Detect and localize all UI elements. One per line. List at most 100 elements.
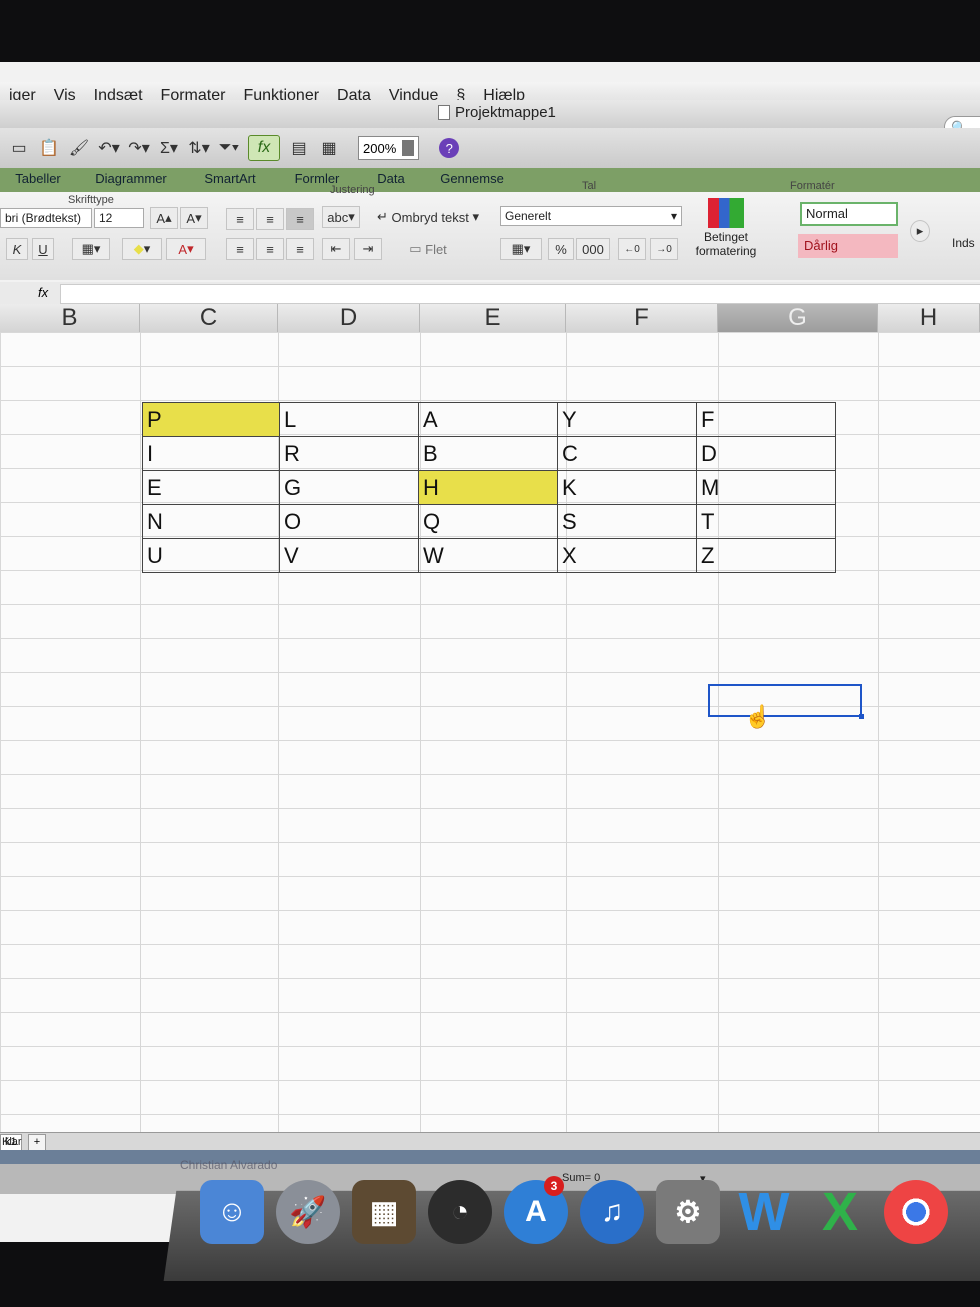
chrome-icon[interactable] (884, 1180, 948, 1244)
finder-icon[interactable]: ☺ (200, 1180, 264, 1244)
font-shrink-button[interactable]: A ▾ (180, 207, 208, 229)
fx-icon[interactable]: fx (38, 285, 48, 300)
sort-icon[interactable]: ⇅▾ (188, 136, 210, 160)
wrap-text-button[interactable]: ↵ Ombryd tekst ▾ (370, 206, 486, 228)
number-format-select[interactable]: Generelt ▾ (500, 206, 682, 226)
orientation-button[interactable]: abc ▾ (322, 206, 360, 228)
conditional-formatting-button[interactable]: Betinget formatering (694, 198, 758, 264)
spreadsheet-grid[interactable]: P L A Y F I R B C D E G H K M N O Q S T … (0, 332, 980, 1132)
merge-button[interactable]: ▭ Flet (398, 238, 458, 260)
cell[interactable]: S (557, 504, 697, 539)
help-icon[interactable]: ? (439, 138, 460, 158)
cell[interactable]: A (418, 402, 558, 437)
decrease-indent-button[interactable]: ⇤ (322, 238, 350, 260)
styles-next-button[interactable]: ▸ (910, 220, 930, 242)
group-label-number: Tal (582, 180, 597, 192)
tab-smartart[interactable]: SmartArt (186, 168, 274, 192)
accounting-format-button[interactable]: ▦ ▾ (500, 238, 542, 260)
font-name-select[interactable]: bri (Brødtekst) (0, 208, 92, 228)
cell[interactable]: O (279, 504, 419, 539)
media-browser-icon[interactable]: ▦ (318, 136, 340, 160)
cell[interactable]: U (142, 538, 280, 573)
cell[interactable]: R (279, 436, 419, 471)
excel-icon[interactable]: X (808, 1180, 872, 1244)
align-center-button[interactable]: ≡ (256, 238, 284, 260)
font-size-select[interactable]: 12 (94, 208, 144, 228)
formula-builder-icon[interactable]: fx (248, 135, 280, 161)
cell[interactable]: T (696, 504, 836, 539)
selected-cell[interactable] (708, 684, 864, 719)
window-title: Projektmappe1 (438, 104, 556, 121)
increase-indent-button[interactable]: ⇥ (354, 238, 382, 260)
underline-button[interactable]: U (32, 238, 54, 260)
insert-button[interactable]: Inds (952, 236, 975, 250)
itunes-icon[interactable]: ♫ (580, 1180, 644, 1244)
photo-icon[interactable]: ▦ (352, 1180, 416, 1244)
column-header-f[interactable]: F (566, 304, 718, 332)
style-normal[interactable]: Normal (800, 202, 898, 226)
tab-review[interactable]: Gennemse (422, 168, 522, 192)
style-bad[interactable]: Dårlig (798, 234, 898, 258)
add-sheet-button[interactable]: + (28, 1134, 46, 1151)
cell[interactable]: Z (696, 538, 836, 573)
word-icon[interactable]: W (732, 1180, 796, 1244)
app-store-icon[interactable]: A 3 (504, 1176, 568, 1244)
autosum-icon[interactable]: Σ▾ (158, 136, 180, 160)
paste-icon[interactable]: 📋 (38, 136, 60, 160)
align-bottom-button[interactable]: ≡ (286, 208, 314, 230)
cell[interactable]: M (696, 470, 836, 505)
align-right-button[interactable]: ≡ (286, 238, 314, 260)
tab-tables[interactable]: Tabeller (0, 168, 76, 192)
cell[interactable]: D (696, 436, 836, 471)
cell[interactable]: I (142, 436, 280, 471)
cell[interactable]: F (696, 402, 836, 437)
borders-button[interactable]: ▦▾ (72, 238, 110, 260)
font-grow-button[interactable]: A ▴ (150, 207, 178, 229)
redo-icon[interactable]: ↷▾ (128, 136, 150, 160)
toolbox-icon[interactable]: ▤ (288, 136, 310, 160)
thousands-button[interactable]: 000 (576, 238, 610, 260)
align-middle-button[interactable]: ≡ (256, 208, 284, 230)
new-icon[interactable]: ▭ (8, 136, 30, 160)
cell[interactable]: H (418, 470, 558, 505)
column-header-b[interactable]: B (0, 304, 140, 332)
align-top-button[interactable]: ≡ (226, 208, 254, 230)
formula-bar: fx (0, 282, 980, 305)
tab-charts[interactable]: Diagrammer (76, 168, 186, 192)
column-header-h[interactable]: H (878, 304, 980, 332)
decrease-decimal-button[interactable]: →0 (650, 238, 678, 260)
column-header-e[interactable]: E (420, 304, 566, 332)
cell[interactable]: N (142, 504, 280, 539)
cell[interactable]: X (557, 538, 697, 573)
fill-color-button[interactable]: ◆ ▾ (122, 238, 162, 260)
system-preferences-icon[interactable]: ⚙ (656, 1180, 720, 1244)
format-painter-icon[interactable]: 🖌 (68, 136, 90, 160)
column-header-c[interactable]: C (140, 304, 278, 332)
cell[interactable]: B (418, 436, 558, 471)
cell[interactable]: P (142, 402, 280, 437)
column-header-g[interactable]: G (718, 304, 878, 332)
thousands-label: 000 (582, 241, 604, 257)
filter-icon[interactable]: ⏷▾ (218, 136, 240, 160)
launchpad-icon[interactable]: 🚀 (276, 1180, 340, 1244)
increase-decimal-button[interactable]: ←0 (618, 238, 646, 260)
cell[interactable]: V (279, 538, 419, 573)
cell[interactable]: Y (557, 402, 697, 437)
horizontal-scrollbar[interactable] (0, 1150, 980, 1164)
zoom-select[interactable]: 200% (358, 136, 420, 160)
cell[interactable]: Q (418, 504, 558, 539)
cell[interactable]: K (557, 470, 697, 505)
align-left-button[interactable]: ≡ (226, 238, 254, 260)
column-header-d[interactable]: D (278, 304, 420, 332)
formula-input[interactable] (60, 284, 980, 304)
dashboard-icon[interactable]: ◔ (428, 1180, 492, 1244)
cell[interactable]: C (557, 436, 697, 471)
cell[interactable]: L (279, 402, 419, 437)
undo-icon[interactable]: ↶▾ (98, 136, 120, 160)
cell[interactable]: G (279, 470, 419, 505)
cell[interactable]: W (418, 538, 558, 573)
italic-button[interactable]: K (6, 238, 28, 260)
font-color-button[interactable]: A ▾ (166, 238, 206, 260)
percent-button[interactable]: % (548, 238, 574, 260)
cell[interactable]: E (142, 470, 280, 505)
